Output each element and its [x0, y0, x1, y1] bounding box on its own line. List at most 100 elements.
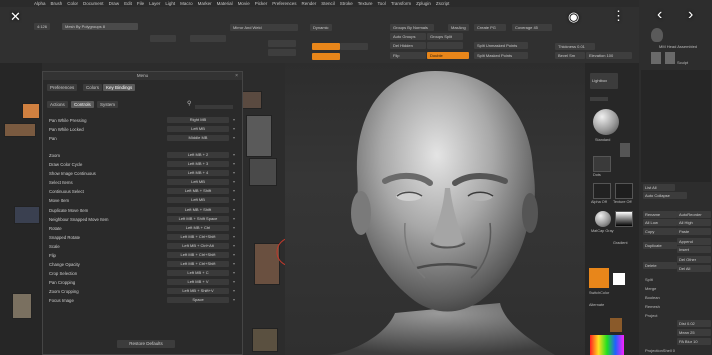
menu-item-stroke[interactable]: Stroke: [340, 1, 353, 6]
subtool-thumb-1[interactable]: [651, 52, 661, 64]
binding-value-field[interactable]: Left MB: [167, 179, 229, 185]
binding-dropdown-icon[interactable]: ▾: [233, 270, 235, 275]
menu-item-transform[interactable]: Transform: [391, 1, 411, 6]
white-color-swatch[interactable]: [613, 273, 625, 285]
list-all-button[interactable]: List All: [643, 184, 675, 191]
more-icon[interactable]: ⋮: [612, 8, 625, 24]
auto-reorder-button[interactable]: AutoReorder: [677, 211, 711, 218]
thumbnail-1[interactable]: [22, 103, 40, 119]
menu-item-layer[interactable]: Layer: [149, 1, 160, 6]
binding-dropdown-icon[interactable]: ▾: [233, 207, 235, 212]
tool-thumbnail[interactable]: [651, 28, 663, 42]
coverage-slider[interactable]: Coverage 45: [512, 24, 552, 31]
boolean-menu[interactable]: Boolean: [645, 295, 660, 300]
binding-value-field[interactable]: Left MB + Shift Space: [167, 216, 229, 222]
binding-dropdown-icon[interactable]: ▾: [233, 216, 235, 221]
alpha-icon[interactable]: [593, 183, 611, 199]
orange-toggle-2[interactable]: [312, 53, 340, 60]
binding-dropdown-icon[interactable]: ▾: [233, 135, 235, 140]
binding-dropdown-icon[interactable]: ▾: [233, 117, 235, 122]
menu-item-brush[interactable]: Brush: [51, 1, 63, 6]
binding-value-field[interactable]: Right MB: [167, 117, 229, 123]
binding-value-field[interactable]: Left MB + 4: [167, 170, 229, 176]
search-input[interactable]: [195, 105, 233, 109]
all-low-button[interactable]: All Low: [643, 219, 677, 226]
binding-dropdown-icon[interactable]: ▾: [233, 279, 235, 284]
tab-colors[interactable]: Colors: [83, 84, 103, 91]
append-button[interactable]: Append: [677, 238, 711, 245]
mirror-weld-button[interactable]: Mirror And Weld: [230, 24, 298, 31]
toolbar-slot-2[interactable]: [190, 35, 226, 42]
binding-value-field[interactable]: Left MB + Shift+V: [167, 288, 229, 294]
copy-button[interactable]: Copy: [643, 228, 677, 235]
binding-value-field[interactable]: Space: [167, 297, 229, 303]
menu-item-render[interactable]: Render: [301, 1, 316, 6]
binding-value-field[interactable]: Left MB + Ctrl+Shift: [167, 234, 229, 240]
canvas-thumb-3[interactable]: [249, 158, 277, 186]
restore-defaults-button[interactable]: Restore Defaults: [117, 340, 175, 348]
elevation-slider[interactable]: Elevation 100: [586, 52, 632, 59]
split-unmasked-button[interactable]: Split Unmasked Points: [474, 42, 528, 49]
insert-button[interactable]: Insert: [677, 246, 711, 253]
brush-preview-icon[interactable]: [593, 109, 619, 135]
remesh-menu[interactable]: Remesh: [645, 304, 660, 309]
toolbar-slot-3[interactable]: [268, 40, 296, 47]
menu-item-picker[interactable]: Picker: [255, 1, 268, 6]
auto-collapse-button[interactable]: Auto Collapse: [643, 192, 687, 199]
binding-dropdown-icon[interactable]: ▾: [233, 126, 235, 131]
duplicate-button[interactable]: Duplicate: [643, 242, 677, 249]
menu-item-macro[interactable]: Macro: [180, 1, 193, 6]
binding-value-field[interactable]: Left MB + 2: [167, 152, 229, 158]
polygroups-button[interactable]: Mesh By Polygroups 8: [62, 23, 138, 30]
thumbnail-3[interactable]: [14, 206, 40, 224]
dock-slider[interactable]: [590, 97, 608, 101]
binding-value-field[interactable]: Left MB + Shift: [167, 188, 229, 194]
dock-small-icon-1[interactable]: [620, 143, 630, 157]
menu-item-movie[interactable]: Movie: [238, 1, 250, 6]
menu-item-document[interactable]: Document: [83, 1, 104, 6]
groups-by-normals-button[interactable]: Groups By Normals: [390, 24, 434, 31]
binding-dropdown-icon[interactable]: ▾: [233, 252, 235, 257]
bevel-sm-button[interactable]: Bevel Sm: [555, 52, 585, 59]
toolbar-slot-5[interactable]: [340, 43, 368, 50]
stroke-dots-icon[interactable]: [593, 156, 611, 172]
binding-value-field[interactable]: Left MB + Ctrl+Shift: [167, 252, 229, 258]
flip-button[interactable]: Flip: [390, 52, 426, 59]
binding-dropdown-icon[interactable]: ▾: [233, 261, 235, 266]
menu-item-file[interactable]: File: [137, 1, 144, 6]
projection-shell-slider[interactable]: ProjectionShell 0: [645, 348, 675, 353]
binding-dropdown-icon[interactable]: ▾: [233, 170, 235, 175]
close-icon[interactable]: ✕: [10, 9, 21, 25]
menu-item-edit[interactable]: Edit: [124, 1, 132, 6]
menu-item-stencil[interactable]: Stencil: [321, 1, 335, 6]
toolbar-slot-4[interactable]: [268, 49, 296, 56]
del-hidden-button[interactable]: Del Hidden: [390, 42, 426, 49]
binding-dropdown-icon[interactable]: ▾: [233, 288, 235, 293]
binding-dropdown-icon[interactable]: ▾: [233, 197, 235, 202]
menu-item-material[interactable]: Material: [217, 1, 233, 6]
lightbox-button[interactable]: Lightbox: [590, 73, 618, 89]
binding-dropdown-icon[interactable]: ▾: [233, 243, 235, 248]
del-other-button[interactable]: Del Other: [677, 256, 711, 263]
subtab-actions[interactable]: Actions: [47, 101, 68, 108]
binding-value-field[interactable]: Left MB + V: [167, 279, 229, 285]
split-menu[interactable]: Split: [645, 277, 653, 282]
binding-dropdown-icon[interactable]: ▾: [233, 297, 235, 302]
binding-value-field[interactable]: Left MB + 3: [167, 161, 229, 167]
rename-button[interactable]: Rename: [643, 211, 677, 218]
dynamic-button[interactable]: Dynamic: [310, 24, 332, 31]
color-picker[interactable]: [590, 335, 624, 355]
all-high-button[interactable]: All High: [677, 219, 711, 226]
lens-icon[interactable]: ◉: [568, 9, 579, 25]
binding-dropdown-icon[interactable]: ▾: [233, 161, 235, 166]
next-icon[interactable]: ›: [688, 6, 693, 24]
toolbar-slot-1[interactable]: [150, 35, 176, 42]
mean-slider[interactable]: Mean 25: [677, 329, 711, 336]
binding-dropdown-icon[interactable]: ▾: [233, 225, 235, 230]
dist-slider[interactable]: Dist 0.02: [677, 320, 711, 327]
double-button[interactable]: Double: [427, 52, 469, 59]
matcap-icon[interactable]: [595, 211, 611, 227]
canvas-thumb-1[interactable]: [242, 91, 262, 109]
thickness-slider[interactable]: Thickness 0.01: [555, 43, 595, 50]
merge-menu[interactable]: Merge: [645, 286, 656, 291]
